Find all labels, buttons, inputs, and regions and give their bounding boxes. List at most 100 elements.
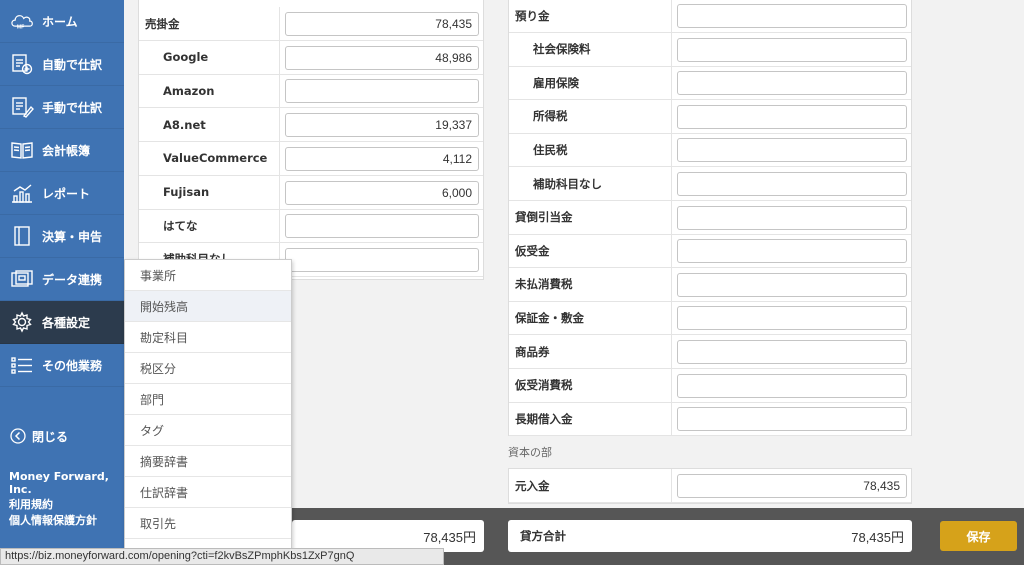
sidebar-item-report[interactable]: レポート bbox=[0, 172, 124, 215]
status-url: https://biz.moneyforward.com/opening?cti… bbox=[0, 548, 444, 565]
sidebar-item-other[interactable]: その他業務 bbox=[0, 344, 124, 387]
sidebar-item-label: 決算・申告 bbox=[42, 229, 103, 244]
sidebar-item-manual-journal[interactable]: 手動で仕訳 bbox=[0, 86, 124, 129]
table-row: はてな bbox=[139, 209, 483, 244]
terms-link[interactable]: 利用規約 bbox=[9, 496, 53, 512]
credit-total: 貸方合計 78,435円 bbox=[508, 520, 912, 552]
row-label: 未払消費税 bbox=[515, 277, 573, 292]
row-label: 預り金 bbox=[515, 8, 550, 23]
sidebar-item-label: 会計帳簿 bbox=[42, 143, 91, 158]
credit-amount-input[interactable] bbox=[677, 71, 907, 96]
sidebar-item-settings[interactable]: 各種設定 bbox=[0, 301, 124, 344]
save-button[interactable]: 保存 bbox=[940, 521, 1017, 551]
table-row: 雇用保険 bbox=[509, 66, 911, 101]
sidebar-item-auto-journal[interactable]: 自動で仕訳 bbox=[0, 43, 124, 86]
credit-amount-input[interactable] bbox=[677, 172, 907, 196]
credit-amount-input[interactable] bbox=[677, 205, 907, 230]
row-label: 保証金・敷金 bbox=[515, 310, 584, 325]
auto-journal-icon bbox=[9, 52, 35, 76]
debit-amount-input[interactable] bbox=[285, 180, 479, 205]
submenu-item[interactable]: 摘要辞書 bbox=[125, 446, 291, 477]
sidebar-item-closing[interactable]: 決算・申告 bbox=[0, 215, 124, 258]
sidebar-item-home[interactable]: MF ホーム bbox=[0, 0, 124, 43]
table-row: Fujisan bbox=[139, 175, 483, 210]
row-label: 所得税 bbox=[533, 109, 568, 124]
row-label: はてな bbox=[163, 218, 198, 233]
credit-amount-input[interactable] bbox=[677, 272, 907, 297]
submenu-item[interactable]: 開始残高 bbox=[125, 291, 291, 322]
submenu-item[interactable]: 税区分 bbox=[125, 353, 291, 384]
submenu-item[interactable]: 勘定科目 bbox=[125, 322, 291, 353]
row-label: Amazon bbox=[163, 83, 215, 98]
credit-amount-input[interactable] bbox=[677, 37, 907, 62]
debit-amount-input[interactable] bbox=[285, 113, 479, 138]
row-label: 住民税 bbox=[533, 142, 568, 157]
sidebar-item-label: 各種設定 bbox=[42, 315, 91, 330]
table-row: 住民税 bbox=[509, 133, 911, 168]
row-label: 商品券 bbox=[515, 344, 550, 359]
credit-total-label: 貸方合計 bbox=[520, 529, 566, 543]
table-row: 所得税 bbox=[509, 99, 911, 134]
credit-amount-input[interactable] bbox=[677, 373, 907, 398]
company-name: Money Forward, Inc. bbox=[9, 470, 109, 496]
table-row: 貸倒引当金 bbox=[509, 200, 911, 235]
table-row: 補助科目なし bbox=[509, 167, 911, 201]
submenu-item[interactable]: 事業所 bbox=[125, 260, 291, 291]
debit-amount-input[interactable] bbox=[285, 214, 479, 239]
table-row: Google bbox=[139, 40, 483, 75]
table-row: 社会保険料 bbox=[509, 32, 911, 67]
table-row: 商品券 bbox=[509, 335, 911, 369]
sidebar-item-label: ホーム bbox=[42, 14, 78, 29]
table-row: 預り金 bbox=[509, 0, 911, 33]
submenu-item[interactable]: 取引先 bbox=[125, 508, 291, 539]
privacy-link[interactable]: 個人情報保護方針 bbox=[9, 512, 97, 528]
sidebar-item-ledger[interactable]: 会計帳簿 bbox=[0, 129, 124, 172]
credit-amount-input[interactable] bbox=[677, 4, 907, 28]
credit-amount-input[interactable] bbox=[677, 104, 907, 129]
row-label: Fujisan bbox=[163, 185, 210, 199]
table-row: Amazon bbox=[139, 74, 483, 109]
credit-amount-input[interactable] bbox=[677, 340, 907, 364]
debit-table: 売掛金 Google Amazon A8.net ValueCommerce Fujisa… bbox=[138, 0, 484, 280]
debit-amount-input[interactable] bbox=[285, 247, 479, 272]
table-row: 元入金 bbox=[509, 469, 911, 503]
table-row: 未払消費税 bbox=[509, 267, 911, 302]
table-row: 仮受消費税 bbox=[509, 368, 911, 403]
capital-amount-input[interactable] bbox=[677, 474, 907, 498]
submenu-item[interactable]: 部門 bbox=[125, 384, 291, 415]
row-label: ValueCommerce bbox=[163, 151, 268, 166]
row-label: 雇用保険 bbox=[533, 75, 579, 90]
sidebar-item-label: 自動で仕訳 bbox=[42, 57, 103, 72]
debit-amount-input[interactable] bbox=[285, 146, 479, 171]
credit-amount-input[interactable] bbox=[677, 407, 907, 432]
row-label: 補助科目なし bbox=[533, 176, 602, 191]
credit-amount-input[interactable] bbox=[677, 138, 907, 163]
close-label: 閉じる bbox=[32, 429, 69, 444]
sidebar-item-data-link[interactable]: データ連携 bbox=[0, 258, 124, 301]
credit-amount-input[interactable] bbox=[677, 306, 907, 331]
chevron-left-circle-icon bbox=[10, 428, 26, 444]
settings-submenu: 事業所開始残高勘定科目税区分部門タグ摘要辞書仕訳辞書取引先外部サービスデータの移… bbox=[124, 259, 292, 549]
sidebar: MF ホーム 自動で仕訳 手動で仕訳 会計帳簿 レポート 決算・申告 データ連携… bbox=[0, 0, 124, 565]
close-sidebar-button[interactable]: 閉じる bbox=[0, 420, 124, 452]
row-label: 社会保険料 bbox=[533, 42, 591, 57]
row-label: 仮受金 bbox=[515, 243, 550, 258]
list-icon bbox=[9, 353, 35, 377]
gear-icon bbox=[9, 310, 35, 334]
row-label: 貸倒引当金 bbox=[515, 210, 573, 225]
submenu-item[interactable]: 仕訳辞書 bbox=[125, 477, 291, 508]
cloud-mf-icon: MF bbox=[9, 9, 35, 33]
debit-amount-input[interactable] bbox=[285, 45, 479, 70]
table-row: ValueCommerce bbox=[139, 141, 483, 176]
credit-amount-input[interactable] bbox=[677, 239, 907, 264]
capital-section-heading: 資本の部 bbox=[508, 446, 552, 459]
submenu-item[interactable]: タグ bbox=[125, 415, 291, 446]
credit-table: 預り金社会保険料雇用保険所得税住民税補助科目なし貸倒引当金仮受金未払消費税保証金… bbox=[508, 0, 912, 437]
table-row: 売掛金 bbox=[139, 7, 483, 41]
debit-amount-input[interactable] bbox=[285, 12, 479, 36]
debit-amount-input[interactable] bbox=[285, 79, 479, 104]
svg-text:MF: MF bbox=[17, 25, 24, 31]
capital-table: 元入金 bbox=[508, 468, 912, 504]
sidebar-item-label: その他業務 bbox=[42, 358, 103, 373]
credit-total-value: 78,435円 bbox=[851, 529, 904, 545]
